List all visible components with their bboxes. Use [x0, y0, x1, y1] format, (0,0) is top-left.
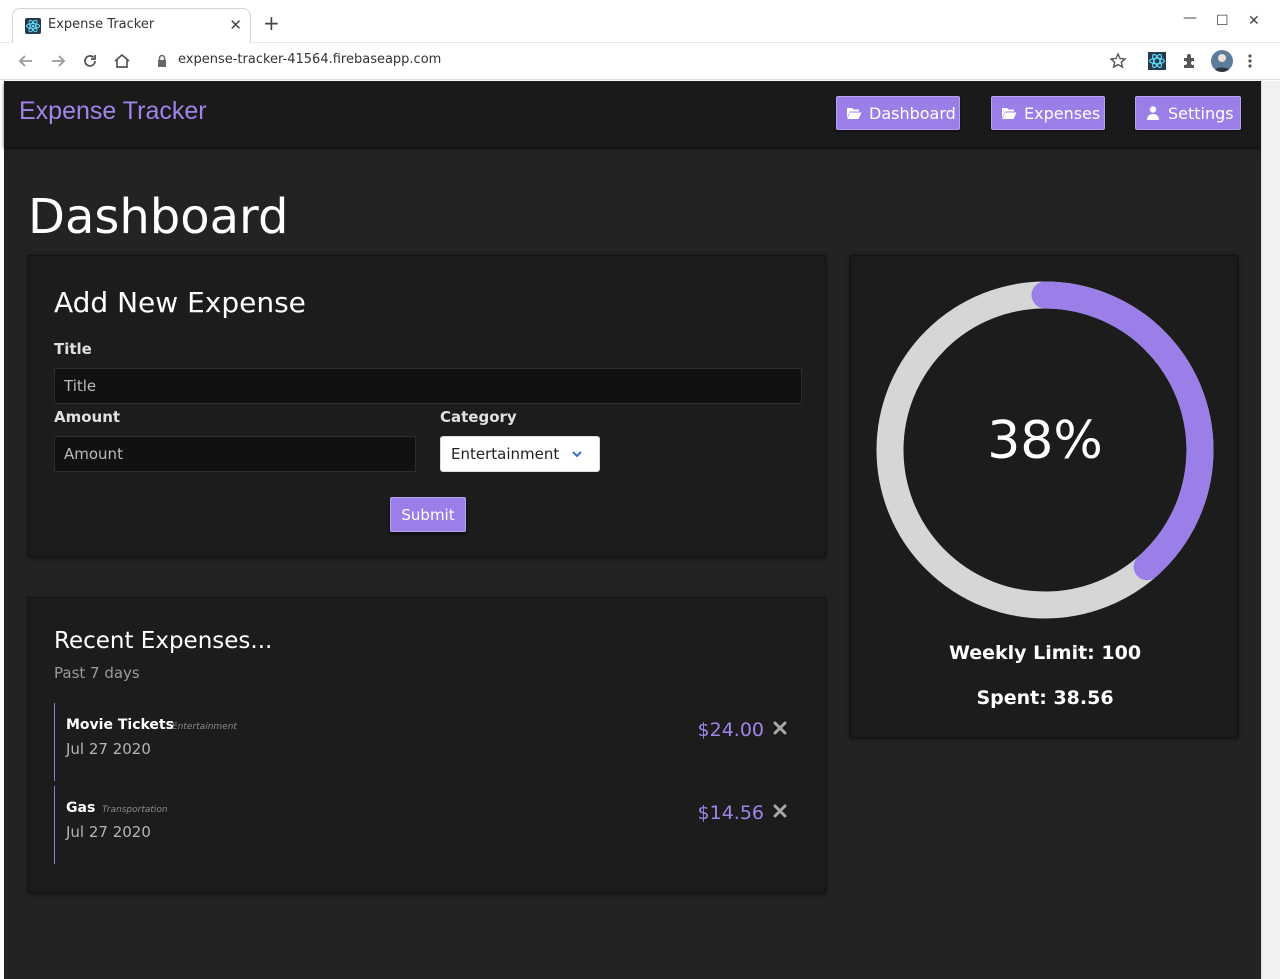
nav-settings-button[interactable]: Settings: [1135, 96, 1241, 130]
page-title: Dashboard: [28, 189, 289, 245]
chevron-down-icon: [572, 451, 582, 458]
extensions-puzzle-icon[interactable]: [1180, 51, 1200, 71]
title-label: Title: [54, 340, 92, 358]
window-maximize-button[interactable]: ☐: [1216, 13, 1229, 29]
tab-title: Expense Tracker: [48, 17, 155, 32]
lock-icon[interactable]: [157, 53, 167, 72]
expense-date: Jul 27 2020: [66, 740, 151, 758]
nav-dashboard-label: Dashboard: [869, 103, 956, 123]
spent-amount: Spent: 38.56: [976, 687, 1114, 709]
weekly-progress-card: 38% Weekly Limit: 100 Spent: 38.56: [850, 255, 1238, 738]
recent-expenses-card: Recent Expenses... Past 7 days Movie Tic…: [28, 597, 826, 893]
browser-toolbar: expense-tracker-41564.firebaseapp.com: [0, 43, 1280, 80]
expense-name: Movie Tickets: [66, 717, 174, 733]
back-arrow-icon[interactable]: [17, 52, 35, 70]
forward-arrow-icon[interactable]: [49, 52, 67, 70]
category-select[interactable]: Entertainment: [440, 436, 600, 472]
weekly-limit: Weekly Limit: 100: [948, 642, 1142, 664]
tab-close-icon[interactable]: ✕: [229, 16, 242, 34]
delete-x-icon[interactable]: [772, 720, 788, 736]
add-expense-heading: Add New Expense: [54, 286, 306, 319]
category-selected-value: Entertainment: [451, 445, 560, 463]
expense-category: Entertainment: [172, 722, 237, 732]
expense-item: Gas Transportation Jul 27 2020 $14.56: [54, 786, 802, 864]
amount-input[interactable]: Amount: [54, 436, 416, 472]
app-brand[interactable]: Expense Tracker: [19, 97, 207, 126]
browser-tab[interactable]: Expense Tracker ✕: [12, 8, 251, 43]
reload-icon[interactable]: [81, 52, 99, 70]
nav-dashboard-button[interactable]: Dashboard: [836, 96, 960, 130]
address-bar[interactable]: expense-tracker-41564.firebaseapp.com: [178, 52, 441, 67]
folder-open-icon: [847, 108, 862, 119]
expense-name: Gas: [66, 800, 96, 816]
expense-date: Jul 27 2020: [66, 823, 151, 841]
home-icon[interactable]: [113, 52, 131, 70]
new-tab-button[interactable]: +: [263, 13, 280, 33]
nav-expenses-label: Expenses: [1024, 103, 1101, 123]
recent-expenses-heading: Recent Expenses...: [54, 628, 273, 654]
user-icon: [1147, 106, 1159, 120]
top-navbar: Expense Tracker Dashboard Expenses Setti…: [4, 81, 1261, 147]
page-scrollbar[interactable]: [1261, 81, 1280, 979]
window-minimize-button[interactable]: —: [1183, 10, 1197, 26]
submit-button[interactable]: Submit: [390, 497, 466, 532]
expense-amount: $24.00: [697, 719, 764, 741]
amount-label: Amount: [54, 408, 121, 426]
expense-category: Transportation: [102, 805, 168, 815]
profile-avatar[interactable]: [1211, 50, 1233, 72]
title-input[interactable]: Title: [54, 368, 802, 404]
react-favicon-icon: [25, 18, 41, 34]
recent-expenses-subheading: Past 7 days: [54, 664, 140, 682]
progress-percent: 38%: [987, 411, 1103, 471]
app-root: Expense Tracker Dashboard Expenses Setti…: [4, 81, 1261, 979]
window-close-button[interactable]: ✕: [1248, 13, 1260, 29]
delete-x-icon[interactable]: [772, 803, 788, 819]
browser-tab-strip: Expense Tracker ✕ + — ☐ ✕: [0, 0, 1280, 43]
expense-item: Movie Tickets Entertainment Jul 27 2020 …: [54, 703, 802, 781]
react-devtools-extension-icon[interactable]: [1148, 52, 1166, 70]
folder-open-icon: [1002, 108, 1017, 119]
category-label: Category: [440, 408, 517, 426]
bookmark-star-icon[interactable]: [1108, 51, 1128, 71]
nav-expenses-button[interactable]: Expenses: [991, 96, 1105, 130]
expense-amount: $14.56: [697, 802, 764, 824]
add-expense-card: Add New Expense Title Title Amount Amoun…: [28, 255, 826, 557]
browser-menu-icon[interactable]: [1246, 51, 1266, 71]
nav-settings-label: Settings: [1168, 103, 1234, 123]
